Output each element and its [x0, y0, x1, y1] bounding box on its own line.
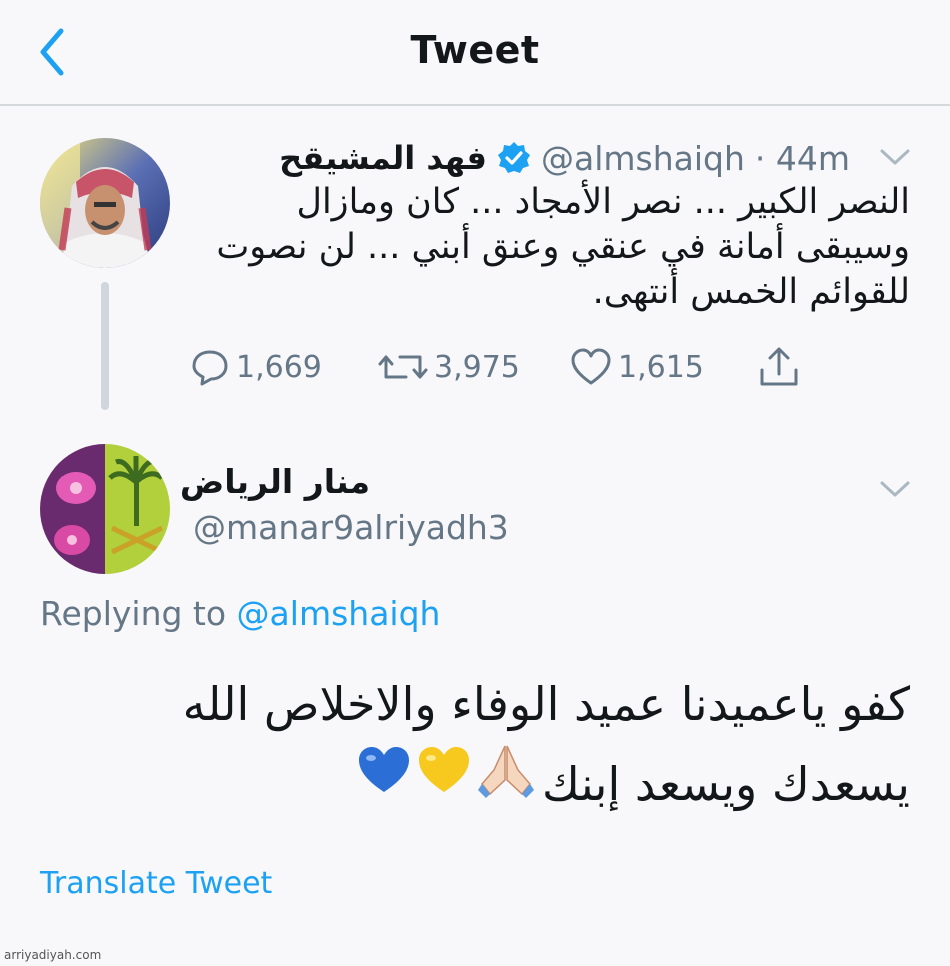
blue-heart-icon: [359, 747, 409, 792]
author-handle[interactable]: @almshaiqh: [541, 139, 745, 178]
translate-tweet-link[interactable]: Translate Tweet: [40, 866, 272, 901]
reply-text-line: كفو ياعميدنا عميد الوفاء والاخلاص الله: [182, 677, 910, 731]
praying-hands-icon: [478, 745, 534, 798]
reply-icon: [192, 350, 228, 386]
tweet-text-line: للقوائم الخمس أنتهى.: [592, 272, 910, 312]
replying-to: Replying to @almshaiqh: [40, 594, 440, 633]
share-icon: [760, 347, 798, 386]
tweet-time: · 44m: [754, 138, 850, 178]
replying-to-label: Replying to: [40, 594, 227, 633]
chevron-down-icon[interactable]: [878, 146, 912, 168]
retweet-icon: [378, 355, 428, 379]
page-title: Tweet: [410, 28, 540, 72]
chevron-down-icon[interactable]: [878, 478, 912, 500]
like-count: 1,615: [618, 349, 704, 385]
tweet-detail-screen: Tweet · 44m @almshaiqh فهد المشيقح النصر…: [0, 0, 950, 966]
share-button[interactable]: [758, 346, 800, 388]
yellow-heart-icon: [419, 747, 469, 792]
reply-count: 1,669: [236, 349, 322, 385]
author-name[interactable]: فهد المشيقح: [279, 139, 487, 177]
reply-button[interactable]: 1,669: [190, 347, 322, 387]
top-bar: Tweet: [0, 0, 950, 106]
reply-author-handle[interactable]: @manar9alriyadh3: [193, 508, 509, 547]
like-button[interactable]: 1,615: [570, 347, 704, 387]
verified-badge-icon: [497, 142, 530, 173]
replying-to-mention[interactable]: @almshaiqh: [237, 594, 441, 633]
user-photo-icon: [40, 138, 170, 268]
tweet-text-line: النصر الكبير ... نصر الأمجاد ... كان وما…: [296, 182, 910, 222]
reply-author-name[interactable]: منار الرياض: [180, 462, 370, 501]
tweet-header: · 44m @almshaiqh فهد المشيقح: [180, 136, 910, 180]
avatar[interactable]: [40, 138, 170, 268]
thread-connector: [101, 282, 109, 410]
tweet-meta: · 44m @almshaiqh فهد المشيقح: [279, 139, 850, 178]
heart-icon: [571, 348, 611, 385]
user-photo-icon: [40, 444, 170, 574]
tweet-text-line: وسيبقى أمانة في عنقي وعنق أبني ... لن نص…: [216, 227, 910, 267]
tweet-actions: 1,669 3,975 1,615: [190, 344, 830, 390]
tweet-text: النصر الكبير ... نصر الأمجاد ... كان وما…: [200, 180, 910, 315]
watermark: arriyadiyah.com: [4, 948, 102, 962]
retweet-count: 3,975: [434, 349, 520, 385]
avatar[interactable]: [40, 444, 170, 574]
retweet-button[interactable]: 3,975: [378, 347, 520, 387]
reply-emojis: [356, 738, 536, 802]
